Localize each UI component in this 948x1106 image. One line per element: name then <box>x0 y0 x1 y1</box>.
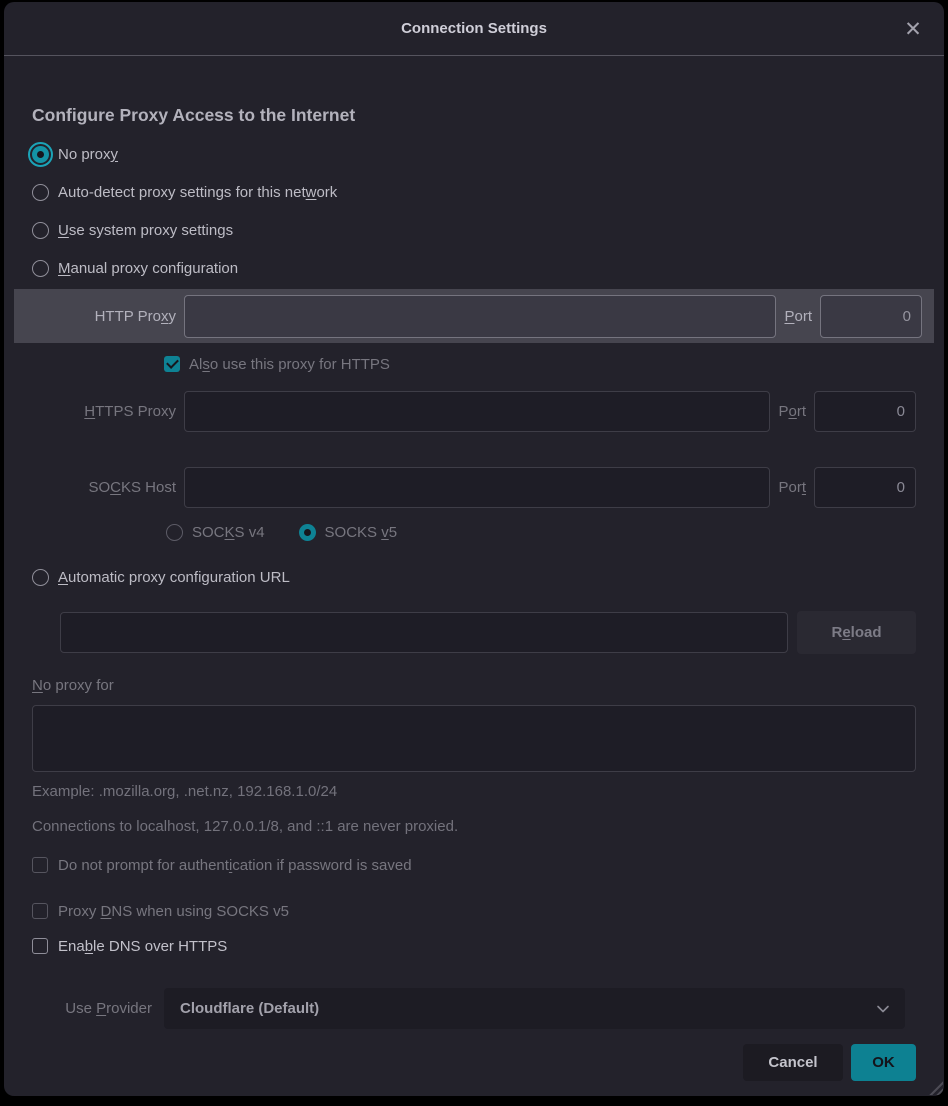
radio-row-manual[interactable]: Manual proxy configuration <box>32 249 916 287</box>
radio-button-auto-url[interactable] <box>32 569 49 586</box>
dialog-titlebar: Connection Settings ✕ <box>4 2 944 56</box>
radio-button-no-proxy[interactable] <box>32 146 49 163</box>
radio-button-socks-v4[interactable] <box>166 524 183 541</box>
chevron-down-icon <box>875 1001 891 1017</box>
auto-url-row: Reload <box>60 611 916 654</box>
dialog-title: Connection Settings <box>401 20 547 37</box>
socks-host-row: SOCKS Host Port <box>32 467 916 508</box>
also-use-https-label: Also use this proxy for HTTPS <box>189 356 390 373</box>
radio-button-socks-v5[interactable] <box>299 524 316 541</box>
socks-host-label: SOCKS Host <box>32 479 184 496</box>
also-use-https-checkbox[interactable] <box>164 356 180 372</box>
reload-button[interactable]: Reload <box>797 611 916 654</box>
socks-host-input[interactable] <box>184 467 770 508</box>
auto-config-url-input[interactable] <box>60 612 788 653</box>
cancel-button[interactable]: Cancel <box>743 1044 843 1081</box>
proxy-dns-socks5-row[interactable]: Proxy DNS when using SOCKS v5 <box>32 899 916 923</box>
no-prompt-auth-row[interactable]: Do not prompt for authentication if pass… <box>32 853 916 877</box>
http-proxy-row: HTTP Proxy Port <box>14 289 934 343</box>
radio-label-socks-v5: SOCKS v5 <box>325 524 398 541</box>
radio-label-no-proxy: No proxy <box>58 146 118 163</box>
https-port-input[interactable] <box>814 391 916 432</box>
radio-button-use-system[interactable] <box>32 222 49 239</box>
no-prompt-auth-checkbox[interactable] <box>32 857 48 873</box>
dns-over-https-checkbox[interactable] <box>32 938 48 954</box>
no-proxy-for-label: No proxy for <box>32 674 916 696</box>
radio-label-auto-url: Automatic proxy configuration URL <box>58 569 290 586</box>
dialog-footer: Cancel OK <box>32 1044 916 1081</box>
proxy-dns-socks5-label: Proxy DNS when using SOCKS v5 <box>58 903 289 920</box>
https-proxy-row: HTTPS Proxy Port <box>32 391 916 432</box>
radio-button-manual[interactable] <box>32 260 49 277</box>
localhost-note-text: Connections to localhost, 127.0.0.1/8, a… <box>32 816 916 836</box>
page-title: Configure Proxy Access to the Internet <box>32 103 916 127</box>
http-proxy-input[interactable] <box>184 295 776 338</box>
radio-label-manual: Manual proxy configuration <box>58 260 238 277</box>
radio-row-auto-url[interactable]: Automatic proxy configuration URL <box>32 558 916 596</box>
https-proxy-label: HTTPS Proxy <box>32 403 184 420</box>
socks-port-label: Port <box>778 479 806 496</box>
http-port-input[interactable] <box>820 295 922 338</box>
radio-row-auto-detect[interactable]: Auto-detect proxy settings for this netw… <box>32 173 916 211</box>
provider-selected-value: Cloudflare (Default) <box>180 1000 875 1017</box>
also-use-https-row[interactable]: Also use this proxy for HTTPS <box>164 346 916 382</box>
radio-label-socks-v4: SOCKS v4 <box>192 524 265 541</box>
no-proxy-example-text: Example: .mozilla.org, .net.nz, 192.168.… <box>32 781 916 801</box>
no-prompt-auth-label: Do not prompt for authentication if pass… <box>58 857 412 874</box>
connection-settings-dialog: Connection Settings ✕ Configure Proxy Ac… <box>4 2 944 1096</box>
radio-button-auto-detect[interactable] <box>32 184 49 201</box>
proxy-dns-socks5-checkbox[interactable] <box>32 903 48 919</box>
radio-row-no-proxy[interactable]: No proxy <box>32 135 916 173</box>
no-proxy-for-textarea[interactable] <box>32 705 916 772</box>
dns-over-https-label: Enable DNS over HTTPS <box>58 938 227 955</box>
dns-over-https-row[interactable]: Enable DNS over HTTPS <box>32 934 916 958</box>
doh-provider-row: Use Provider Cloudflare (Default) <box>32 988 916 1029</box>
radio-label-auto-detect: Auto-detect proxy settings for this netw… <box>58 184 337 201</box>
https-proxy-input[interactable] <box>184 391 770 432</box>
socks-port-input[interactable] <box>814 467 916 508</box>
socks-version-row: SOCKS v4 SOCKS v5 <box>166 515 916 549</box>
https-port-label: Port <box>778 403 806 420</box>
dialog-content: Configure Proxy Access to the Internet N… <box>4 56 944 1096</box>
http-port-label: Port <box>784 308 812 325</box>
close-icon[interactable]: ✕ <box>898 14 928 44</box>
http-proxy-label: HTTP Proxy <box>14 308 184 325</box>
radio-label-use-system: Use system proxy settings <box>58 222 233 239</box>
provider-dropdown[interactable]: Cloudflare (Default) <box>164 988 905 1029</box>
ok-button[interactable]: OK <box>851 1044 916 1081</box>
use-provider-label: Use Provider <box>32 1000 164 1017</box>
radio-row-use-system[interactable]: Use system proxy settings <box>32 211 916 249</box>
